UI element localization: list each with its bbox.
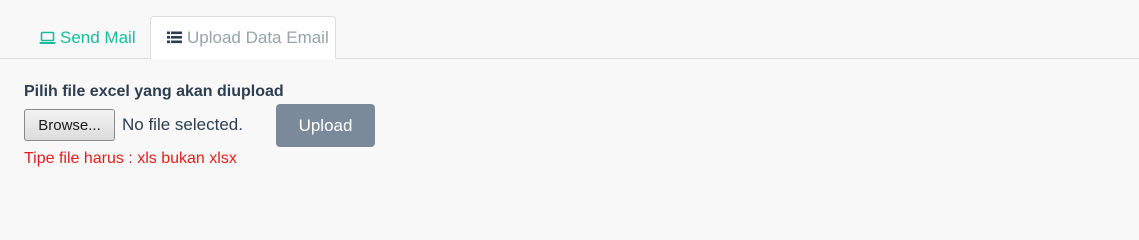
tab-send-mail-label: Send Mail bbox=[60, 27, 136, 47]
tab-bar: Send Mail Upload Data Email bbox=[0, 16, 1139, 59]
browse-button[interactable]: Browse... bbox=[24, 109, 115, 141]
tab-upload-data-email-label: Upload Data Email bbox=[187, 27, 329, 47]
laptop-icon bbox=[39, 29, 56, 46]
file-input[interactable]: Browse... No file selected. bbox=[24, 109, 243, 141]
tab-send-mail[interactable]: Send Mail bbox=[24, 16, 150, 59]
upload-button[interactable]: Upload bbox=[276, 104, 375, 147]
file-status-text: No file selected. bbox=[122, 115, 243, 134]
tab-upload-data-email[interactable]: Upload Data Email bbox=[150, 16, 336, 59]
page: Send Mail Upload Data Email Pilih file e… bbox=[0, 0, 1139, 222]
file-type-hint: Tipe file harus : xls bukan xlsx bbox=[24, 150, 237, 167]
list-icon bbox=[166, 29, 183, 46]
file-input-label: Pilih file excel yang akan diupload bbox=[24, 83, 284, 100]
